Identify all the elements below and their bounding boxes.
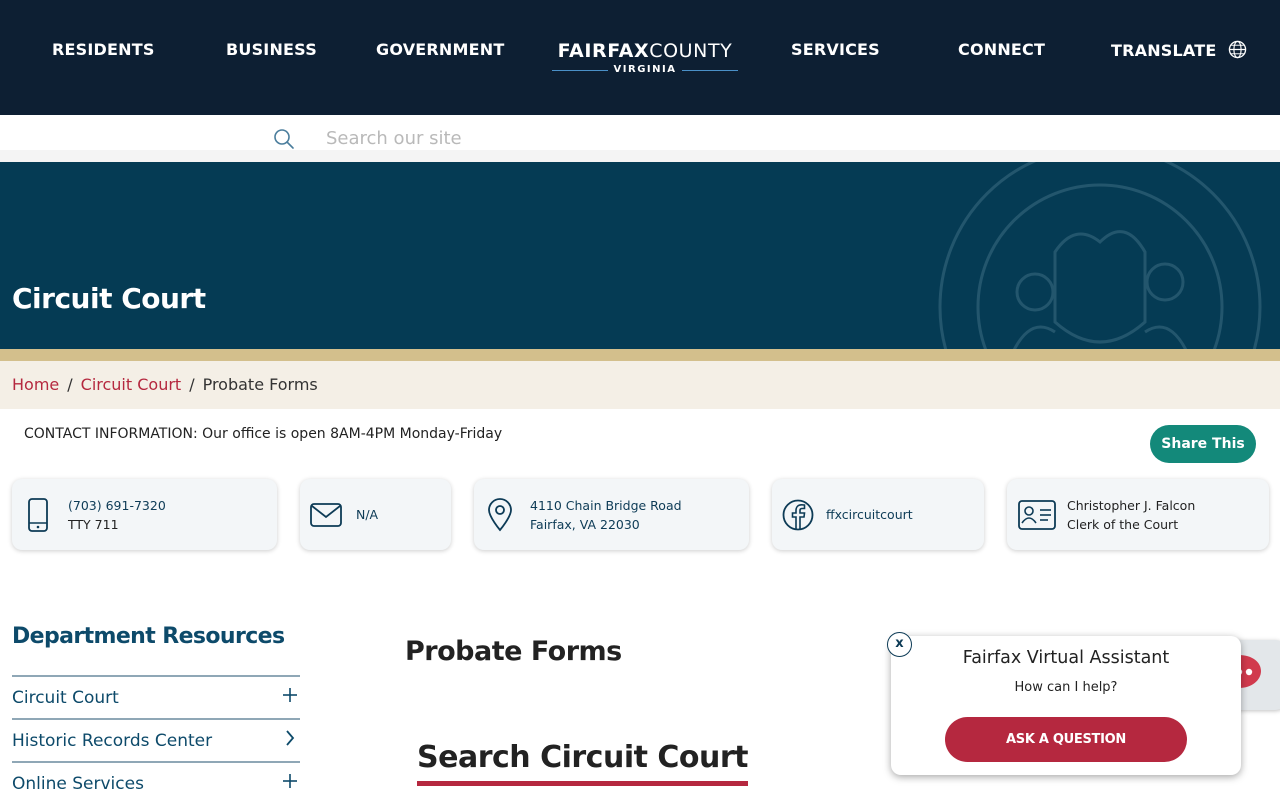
- sidebar-item-online-services[interactable]: Online Services: [12, 761, 300, 804]
- chat-title: Fairfax Virtual Assistant: [962, 648, 1170, 668]
- sidebar-item-label: Historic Records Center: [12, 730, 213, 751]
- tty-number: TTY 711: [68, 516, 119, 532]
- page-title: Circuit Court: [12, 282, 206, 315]
- chevron-right-icon[interactable]: [285, 730, 295, 751]
- email-value: N/A: [356, 507, 379, 522]
- chat-subtitle: How can I help?: [1014, 680, 1118, 695]
- hero-banner: Circuit Court: [0, 162, 1280, 349]
- breadcrumb-home[interactable]: Home: [12, 375, 59, 394]
- mail-icon: [304, 502, 348, 527]
- search-bar: [0, 115, 1280, 162]
- nav-residents[interactable]: RESIDENTS: [52, 40, 155, 59]
- email-card[interactable]: N/A: [300, 479, 451, 550]
- breadcrumb-separator: /: [67, 375, 73, 394]
- nav-services[interactable]: SERVICES: [791, 40, 880, 59]
- chat-close-button[interactable]: x: [887, 632, 912, 657]
- person-name: Christopher J. Falcon: [1067, 497, 1196, 513]
- phone-number[interactable]: (703) 691-7320: [68, 496, 166, 515]
- sidebar-item-circuit-court[interactable]: Circuit Court: [12, 675, 300, 718]
- location-pin-icon: [478, 497, 522, 532]
- nav-government[interactable]: GOVERNMENT: [376, 40, 504, 59]
- person-title: Clerk of the Court: [1067, 516, 1179, 532]
- translate-label: TRANSLATE: [1111, 41, 1217, 60]
- facebook-icon: [776, 499, 820, 531]
- sidebar-list: Circuit Court Historic Records Center On…: [12, 675, 300, 804]
- fairfax-county-logo[interactable]: FAIRFAXCOUNTY VIRGINIA: [548, 40, 742, 82]
- facebook-handle[interactable]: ffxcircuitcourt: [826, 505, 913, 524]
- search-icon[interactable]: [273, 128, 295, 155]
- logo-subtitle: VIRGINIA: [548, 64, 742, 75]
- nav-business[interactable]: BUSINESS: [226, 40, 317, 59]
- address-line-1[interactable]: 4110 Chain Bridge Road: [530, 496, 682, 515]
- plus-icon[interactable]: [282, 687, 298, 708]
- address-line-2[interactable]: Fairfax, VA 22030: [530, 515, 682, 534]
- nav-connect[interactable]: CONNECT: [958, 40, 1045, 59]
- phone-icon: [16, 497, 60, 532]
- share-button[interactable]: Share This: [1150, 425, 1256, 463]
- sidebar-title: Department Resources: [12, 624, 285, 649]
- top-navigation: RESIDENTS BUSINESS GOVERNMENT FAIRFAXCOU…: [0, 0, 1280, 115]
- contact-information: CONTACT INFORMATION: Our office is open …: [24, 426, 503, 442]
- plus-icon[interactable]: [282, 773, 298, 794]
- content-title: Probate Forms: [405, 636, 622, 667]
- address-card[interactable]: 4110 Chain Bridge Road Fairfax, VA 22030: [474, 479, 749, 550]
- search-input[interactable]: [326, 123, 926, 153]
- gold-divider: [0, 349, 1280, 361]
- phone-card[interactable]: (703) 691-7320 TTY 711: [12, 479, 277, 550]
- virtual-assistant-popup: Fairfax Virtual Assistant How can I help…: [891, 636, 1241, 775]
- breadcrumb: Home / Circuit Court / Probate Forms: [0, 361, 1280, 409]
- id-card-icon: [1015, 499, 1059, 530]
- sidebar-item-label: Online Services: [12, 773, 144, 794]
- logo-wordmark: FAIRFAXCOUNTY: [557, 40, 733, 62]
- nav-translate[interactable]: TRANSLATE: [1111, 40, 1247, 63]
- facebook-card[interactable]: ffxcircuitcourt: [772, 479, 984, 550]
- breadcrumb-current: Probate Forms: [202, 375, 318, 394]
- sidebar-item-historic-records-center[interactable]: Historic Records Center: [12, 718, 300, 761]
- contact-person-card[interactable]: Christopher J. Falcon Clerk of the Court: [1007, 479, 1269, 550]
- globe-icon: [1228, 40, 1247, 63]
- breadcrumb-circuit-court[interactable]: Circuit Court: [81, 375, 182, 394]
- breadcrumb-separator: /: [189, 375, 195, 394]
- sidebar-item-label: Circuit Court: [12, 687, 119, 708]
- county-seal-watermark: [935, 162, 1265, 349]
- ask-question-button[interactable]: ASK A QUESTION: [945, 717, 1187, 762]
- section-heading: Search Circuit Court: [417, 740, 749, 786]
